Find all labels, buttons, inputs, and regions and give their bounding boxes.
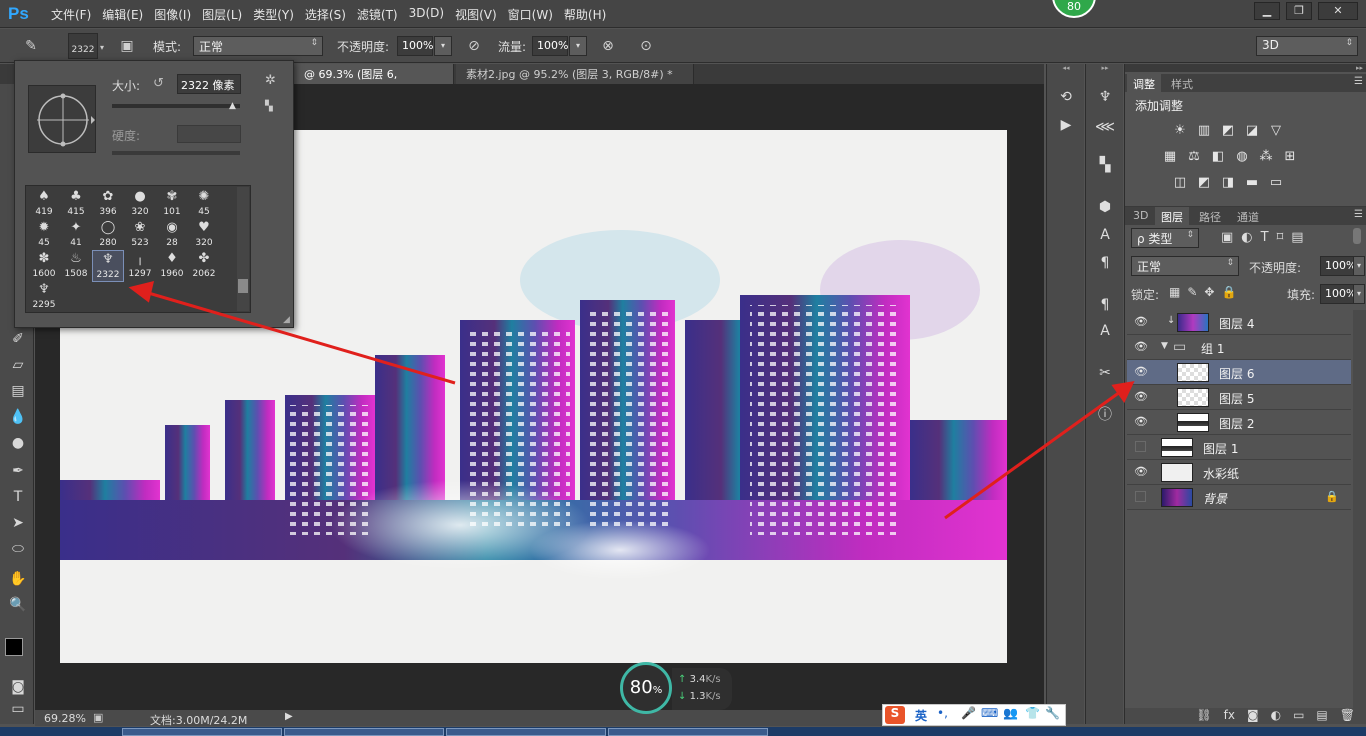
annotation-arrows — [128, 280, 1135, 520]
